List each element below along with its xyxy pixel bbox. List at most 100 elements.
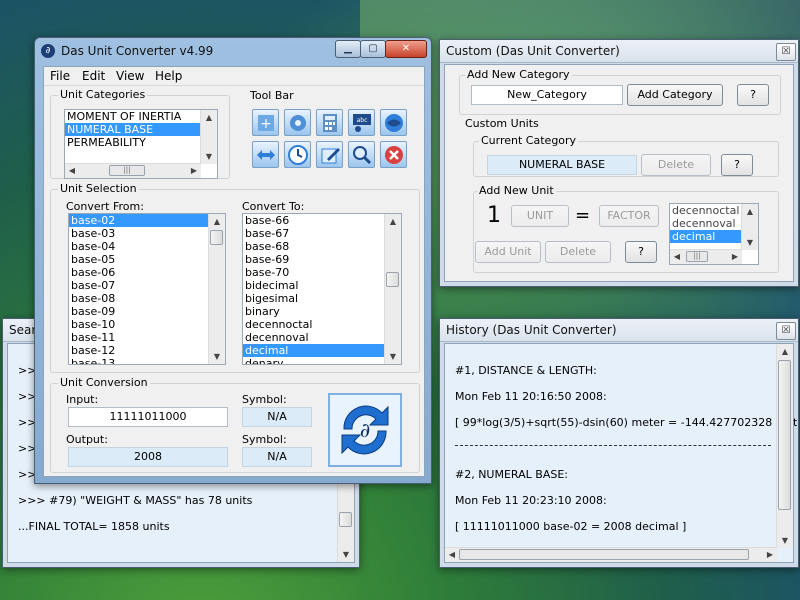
tool-add[interactable]: + [252,109,279,136]
help-button-current[interactable]: ? [721,154,753,176]
add-unit-button[interactable]: Add Unit [475,241,541,263]
add-category-button[interactable]: Add Category [627,84,723,106]
list-item[interactable]: bidecimal [243,279,401,292]
scroll-up-icon[interactable]: ▲ [209,214,225,229]
tool-teacher[interactable]: abc [348,109,375,136]
scroll-thumb[interactable] [386,272,399,287]
tool-exit[interactable] [380,141,407,168]
scroll-left-icon[interactable]: ◀ [670,250,684,264]
convert-to-list[interactable]: base-66 base-67 base-68 base-69 base-70 … [242,213,402,365]
hscroll-thumb[interactable] [459,549,749,560]
list-item[interactable]: PERMEABILITY [65,136,217,149]
scroll-thumb[interactable] [339,512,352,527]
list-item[interactable]: base-07 [69,279,225,292]
tool-search[interactable] [348,141,375,168]
help-button-unit[interactable]: ? [625,241,657,263]
menu-help[interactable]: Help [155,69,182,83]
scroll-down-icon[interactable]: ▼ [742,235,758,250]
list-item-selected[interactable]: NUMERAL BASE [65,123,217,136]
scroll-thumb[interactable] [210,230,223,245]
help-button-category[interactable]: ? [737,84,769,106]
tool-custom[interactable] [316,141,343,168]
list-item-selected[interactable]: base-02 [69,214,225,227]
list-item[interactable]: base-13 [69,357,225,364]
delete-unit-button[interactable]: Delete [545,241,611,263]
list-item-selected[interactable]: decimal [243,344,401,357]
convert-button[interactable]: ∂ [328,393,402,467]
factor-field[interactable]: FACTOR [599,205,659,227]
scroll-up-icon[interactable]: ▲ [777,344,793,359]
new-category-field[interactable]: New_Category [471,85,623,105]
scroll-up-icon[interactable]: ▲ [742,204,758,219]
minimize-button[interactable]: ▁ [335,40,361,58]
custom-units-list[interactable]: decennoctal decennoval decimal ▲ ▼ ◀ |||… [669,203,759,265]
scroll-down-icon[interactable]: ▼ [201,149,217,164]
current-category-label: Current Category [479,134,579,147]
history-content: #1, DISTANCE & LENGTH: Mon Feb 11 20:16:… [444,343,800,563]
history-separator [455,445,771,446]
scroll-left-icon[interactable]: ◀ [65,164,79,178]
input-field[interactable]: 11111011000 [68,407,228,427]
list-item[interactable]: denary [243,357,401,364]
custom-units-scrollbar[interactable]: ▲ ▼ [741,204,758,250]
list-item[interactable]: base-04 [69,240,225,253]
list-item[interactable]: bigesimal [243,292,401,305]
menu-file[interactable]: File [50,69,70,83]
maximize-button[interactable]: ▢ [360,40,386,58]
list-item[interactable]: base-11 [69,331,225,344]
unit-field[interactable]: UNIT [511,205,569,227]
list-item[interactable]: base-12 [69,344,225,357]
custom-close-button[interactable]: ☒ [776,43,796,61]
list-item[interactable]: binary [243,305,401,318]
scroll-right-icon[interactable]: ▶ [728,250,742,264]
menu-view[interactable]: View [116,69,144,83]
scroll-thumb[interactable] [778,360,791,510]
category-scrollbar[interactable]: ▲ ▼ [200,110,217,164]
list-item[interactable]: base-06 [69,266,225,279]
tool-calculator[interactable] [316,109,343,136]
scroll-left-icon[interactable]: ◀ [445,548,459,562]
list-item[interactable]: base-05 [69,253,225,266]
svg-text:abc: abc [357,117,368,124]
from-scrollbar[interactable]: ▲ ▼ [208,214,225,364]
list-item[interactable]: base-03 [69,227,225,240]
list-item[interactable]: base-10 [69,318,225,331]
tool-globe[interactable] [380,109,407,136]
list-item[interactable]: base-68 [243,240,401,253]
list-item[interactable]: base-70 [243,266,401,279]
hscroll-thumb[interactable]: ||| [686,251,708,262]
category-hscrollbar[interactable]: ◀ ||| ▶ [65,163,201,178]
scroll-down-icon[interactable]: ▼ [777,533,793,548]
list-item[interactable]: base-09 [69,305,225,318]
scroll-down-icon[interactable]: ▼ [338,547,354,562]
list-item[interactable]: MOMENT OF INERTIA [65,110,217,123]
custom-units-hscrollbar[interactable]: ◀ ||| ▶ [670,249,742,264]
symbol-from-field: N/A [242,407,312,427]
list-item[interactable]: decennoval [243,331,401,344]
scroll-up-icon[interactable]: ▲ [201,110,217,125]
to-scrollbar[interactable]: ▲ ▼ [384,214,401,364]
tool-settings[interactable] [284,109,311,136]
close-button[interactable]: ✕ [385,40,427,58]
hscroll-thumb[interactable]: ||| [109,165,145,176]
scroll-right-icon[interactable]: ▶ [763,548,777,562]
convert-from-list[interactable]: base-02 base-03 base-04 base-05 base-06 … [68,213,226,365]
list-item[interactable]: base-67 [243,227,401,240]
scroll-right-icon[interactable]: ▶ [187,164,201,178]
list-item[interactable]: base-69 [243,253,401,266]
menu-edit[interactable]: Edit [82,69,105,83]
scroll-up-icon[interactable]: ▲ [385,214,401,229]
list-item[interactable]: base-66 [243,214,401,227]
tool-swap[interactable] [252,141,279,168]
category-list[interactable]: MOMENT OF INERTIA NUMERAL BASE PERMEABIL… [64,109,218,179]
history-scrollbar[interactable]: ▲ ▼ [776,344,793,548]
tool-history[interactable] [284,141,311,168]
history-close-button[interactable]: ☒ [776,322,796,340]
convert-from-label: Convert From: [66,200,144,213]
delete-category-button[interactable]: Delete [641,154,711,176]
scroll-down-icon[interactable]: ▼ [209,349,225,364]
list-item[interactable]: decennoctal [243,318,401,331]
history-hscrollbar[interactable]: ◀ ▶ [445,547,777,562]
list-item[interactable]: base-08 [69,292,225,305]
scroll-down-icon[interactable]: ▼ [385,349,401,364]
